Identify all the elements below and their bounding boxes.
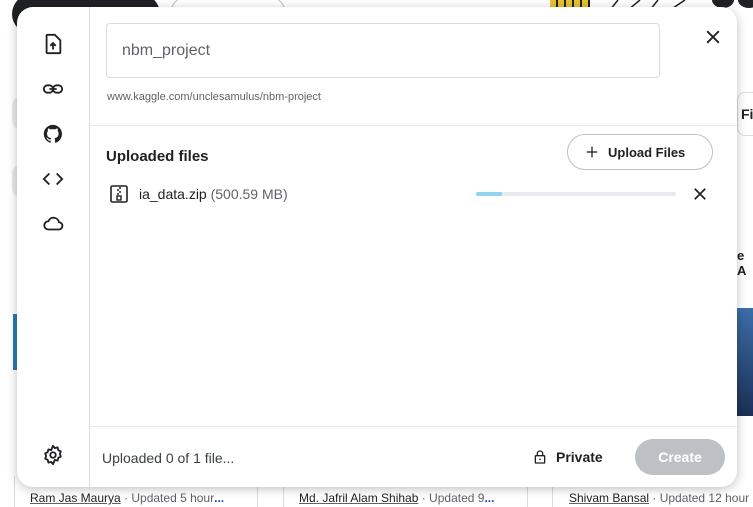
file-name-text: ia_data.zip	[139, 186, 207, 202]
zip-file-icon	[110, 185, 128, 203]
background-filter-button: Filte	[737, 92, 753, 136]
privacy-toggle[interactable]: Private	[532, 445, 603, 469]
upload-progress-fill	[476, 192, 502, 196]
code-icon[interactable]	[41, 167, 65, 191]
new-dataset-dialog: www.kaggle.com/unclesamulus/nbm-project …	[17, 7, 737, 487]
background-card-author: Md. Jafril Alam Shihab · Updated 9...	[299, 491, 494, 505]
dataset-title-input[interactable]	[106, 23, 660, 78]
author-ellipsis: ...	[214, 491, 225, 505]
author-meta: · Updated 5 hour	[120, 491, 215, 505]
background-card-author: Shivam Bansal · Updated 12 hour	[569, 491, 749, 505]
cloud-icon[interactable]	[41, 212, 65, 236]
source-rail	[17, 7, 90, 487]
file-name: ia_data.zip (500.59 MB)	[139, 186, 288, 202]
upload-file-icon[interactable]	[41, 32, 65, 56]
dataset-url: www.kaggle.com/unclesamulus/nbm-project	[107, 91, 321, 103]
background-card-border	[14, 476, 15, 507]
author-meta: · Updated 12 hour	[649, 491, 750, 505]
author-name: Shivam Bansal	[569, 491, 650, 505]
privacy-label: Private	[556, 449, 603, 465]
gear-icon[interactable]	[41, 443, 65, 467]
close-icon	[706, 30, 720, 44]
upload-progress-bar	[476, 192, 676, 196]
close-dialog-button[interactable]	[701, 25, 725, 49]
github-icon[interactable]	[41, 122, 65, 146]
lock-icon	[534, 450, 546, 464]
author-name: Md. Jafril Alam Shihab	[299, 491, 419, 505]
author-meta: · Updated 9	[418, 491, 485, 505]
uploaded-files-heading: Uploaded files	[106, 148, 209, 165]
close-icon	[694, 188, 706, 200]
create-button[interactable]: Create	[635, 439, 725, 475]
author-ellipsis: ...	[484, 491, 495, 505]
remove-file-button[interactable]	[690, 184, 710, 204]
background-card-thumbnail	[737, 308, 753, 416]
plus-icon	[586, 146, 598, 158]
link-icon[interactable]	[41, 77, 65, 101]
dialog-main: www.kaggle.com/unclesamulus/nbm-project …	[90, 7, 737, 487]
upload-files-label: Upload Files	[608, 144, 686, 160]
divider	[90, 125, 737, 126]
upload-status: Uploaded 0 of 1 file...	[102, 450, 235, 466]
background-card-author: Ram Jas Maurya · Updated 5 hour...	[30, 491, 224, 505]
background-heading-fragment: e A	[737, 248, 747, 278]
upload-files-button[interactable]: Upload Files	[567, 134, 713, 170]
divider	[90, 426, 737, 427]
file-row: ia_data.zip (500.59 MB)	[110, 183, 714, 205]
file-size: (500.59 MB)	[210, 186, 288, 202]
author-name: Ram Jas Maurya	[30, 491, 121, 505]
